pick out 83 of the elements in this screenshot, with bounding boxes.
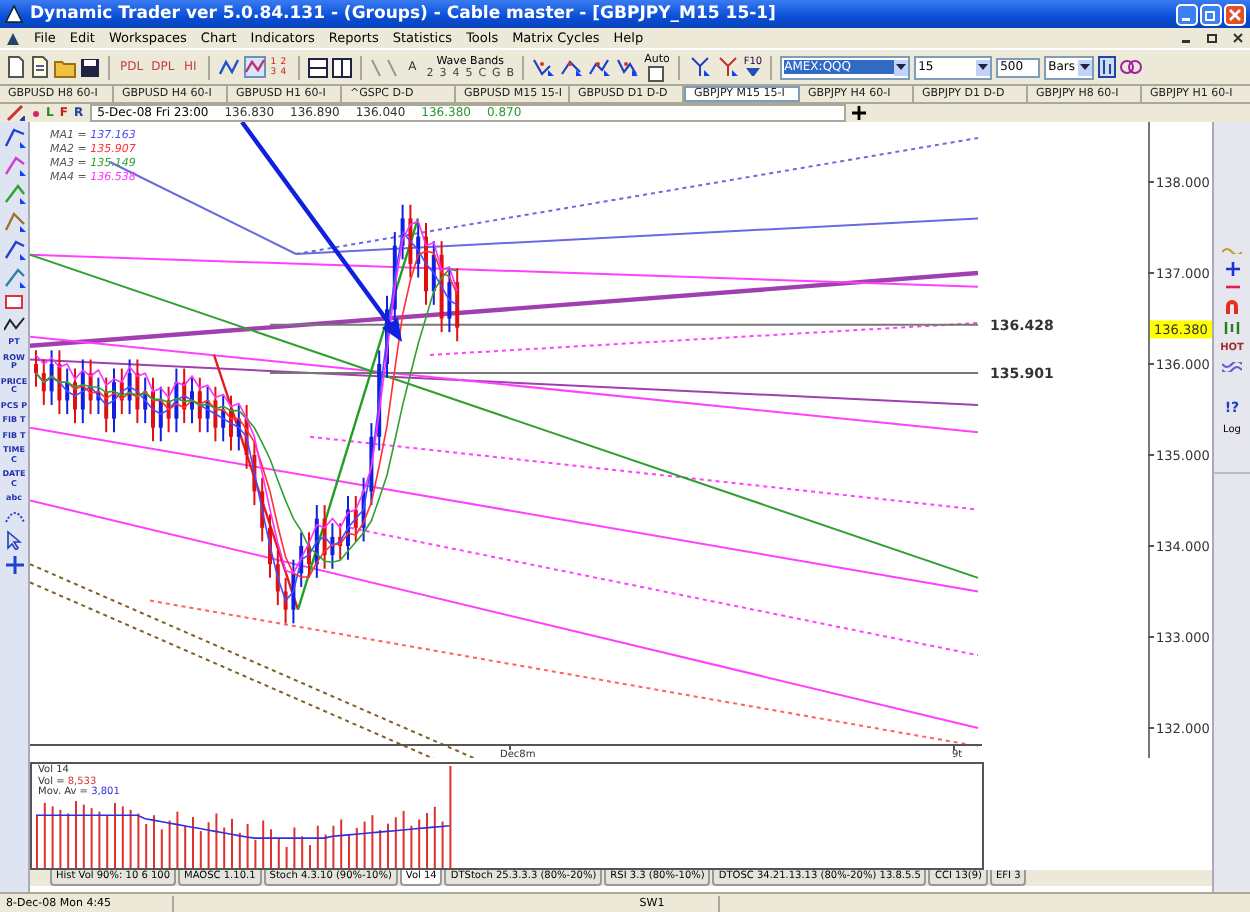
pencil-icon[interactable] — [6, 104, 26, 122]
candle — [213, 385, 218, 443]
minus-icon[interactable] — [1225, 284, 1239, 290]
candle — [353, 494, 358, 543]
candle — [205, 385, 210, 434]
minimize-icon[interactable] — [1176, 3, 1198, 25]
candle — [143, 376, 148, 425]
candle — [330, 522, 335, 570]
auto-checkbox[interactable] — [648, 65, 665, 81]
candle — [400, 203, 405, 261]
candle — [338, 522, 343, 561]
candle — [322, 504, 327, 570]
open-document-icon[interactable] — [30, 56, 50, 78]
candle — [221, 394, 226, 443]
candle — [158, 385, 163, 443]
candle — [174, 367, 179, 434]
zigzag-tool-icon[interactable] — [588, 56, 613, 78]
window-pane-icon[interactable] — [308, 57, 329, 77]
candle — [291, 558, 296, 625]
candle — [182, 367, 187, 425]
magnet-icon[interactable] — [1224, 298, 1240, 314]
candle — [260, 476, 265, 543]
drawing-tool-icon[interactable] — [3, 182, 25, 204]
pointer-icon[interactable] — [6, 529, 22, 549]
drawing-tool-icon[interactable] — [3, 210, 25, 232]
candle — [88, 358, 93, 416]
funnel-icon[interactable] — [745, 68, 760, 78]
drawing-tool-icon[interactable] — [3, 126, 25, 148]
candle — [104, 376, 109, 434]
candle — [166, 385, 171, 434]
fork-tool-icon[interactable] — [715, 56, 740, 78]
candle — [96, 376, 101, 416]
candle — [80, 358, 85, 425]
candle — [252, 440, 257, 507]
window-pane-icon[interactable] — [332, 57, 353, 77]
rectangle-tool-icon[interactable] — [4, 294, 24, 310]
fork-tool-icon[interactable] — [687, 56, 712, 78]
arc-tool-icon[interactable] — [3, 509, 25, 523]
window-title: Dynamic Trader ver 5.0.84.131 - (Groups) - Cable master - [GBPJPY_M15 15-1] — [30, 4, 778, 24]
zigzag-tool-icon[interactable] — [532, 56, 557, 78]
candle — [447, 267, 452, 334]
crosshair-icon[interactable] — [851, 106, 866, 120]
close-icon[interactable] — [1232, 32, 1244, 44]
candle — [65, 367, 70, 416]
caret-icon — [1080, 64, 1091, 70]
candle — [41, 358, 46, 406]
zigzag-tool-icon[interactable] — [560, 56, 585, 78]
candle — [299, 531, 304, 588]
zigzag-icon[interactable] — [3, 316, 25, 332]
candle — [127, 358, 132, 416]
candle — [431, 240, 436, 306]
plus-icon[interactable] — [1225, 262, 1239, 276]
candle — [244, 403, 249, 470]
zigzag-icon[interactable] — [218, 56, 241, 78]
caret-icon — [896, 64, 907, 70]
caret-icon — [978, 64, 989, 70]
candle — [236, 403, 241, 452]
zigzag-tool-icon[interactable] — [616, 56, 641, 78]
candle — [197, 376, 202, 434]
drawing-tool-icon[interactable] — [3, 238, 25, 260]
link-icon[interactable] — [1120, 56, 1143, 78]
candle — [275, 549, 280, 607]
chart-bars-icon[interactable] — [1098, 56, 1117, 78]
drawing-tool-icon[interactable] — [3, 266, 25, 288]
wave-icon[interactable] — [1222, 362, 1242, 372]
candle — [361, 476, 366, 543]
candle — [455, 267, 460, 343]
candle — [314, 504, 319, 579]
plus-icon[interactable] — [5, 555, 23, 573]
dot-icon — [32, 109, 40, 117]
restore-icon[interactable] — [1206, 32, 1218, 44]
candle — [135, 358, 140, 425]
new-document-icon[interactable] — [6, 56, 26, 78]
bars-icon[interactable] — [1222, 322, 1242, 334]
candle — [408, 203, 413, 279]
candle — [49, 349, 54, 406]
drawing-tool-icon[interactable] — [3, 154, 25, 176]
save-icon[interactable] — [80, 57, 100, 77]
candle — [57, 349, 62, 416]
candle — [119, 367, 124, 416]
folder-icon[interactable] — [54, 57, 76, 77]
candle — [283, 576, 288, 625]
candle — [416, 221, 421, 279]
